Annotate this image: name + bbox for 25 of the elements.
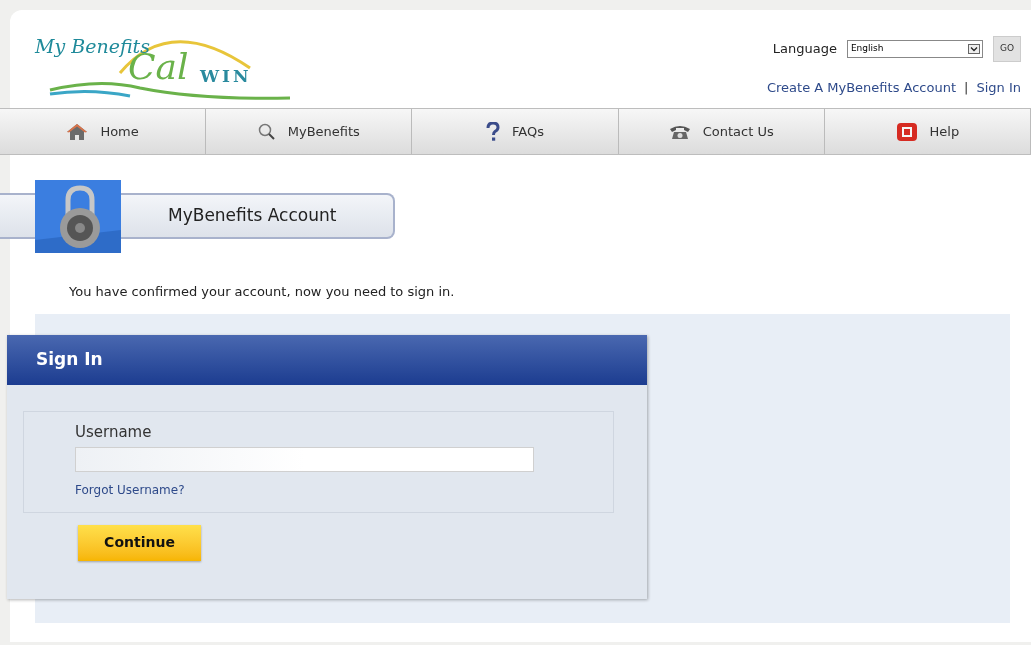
language-select[interactable]: English (846, 40, 983, 58)
nav-tab[interactable]: MyBenefits (206, 109, 413, 154)
nav-tab[interactable]: Contact Us (618, 109, 825, 154)
go-button[interactable]: GO (992, 36, 1021, 62)
nav-tab[interactable]: FAQs (412, 109, 619, 154)
continue-button[interactable]: Continue (78, 524, 201, 561)
language-label: Language (772, 40, 837, 59)
sign-in-title: Sign In (36, 347, 103, 371)
username-label: Username (75, 421, 153, 443)
sign-in-link[interactable]: Sign In (976, 78, 1021, 98)
forgot-username-link[interactable]: Forgot Username? (75, 481, 185, 499)
question-mark-icon (486, 121, 500, 142)
banner-title: MyBenefits Account (168, 203, 337, 227)
search-icon (257, 122, 276, 141)
telephone-icon (668, 123, 691, 140)
username-field[interactable] (75, 447, 534, 472)
create-account-link[interactable]: Create A MyBenefits Account (766, 78, 957, 98)
dropdown-arrow-icon (967, 44, 980, 54)
nav-tab[interactable]: Help (824, 109, 1031, 154)
logo: My Benefits Cal WIN (10, 10, 300, 108)
nav-tab[interactable]: Home (0, 109, 207, 154)
house-icon (66, 122, 89, 141)
confirmation-message: You have confirmed your account, now you need to sign in. (69, 283, 456, 301)
link-separator: | (964, 79, 969, 97)
lifebuoy-icon (895, 121, 918, 142)
